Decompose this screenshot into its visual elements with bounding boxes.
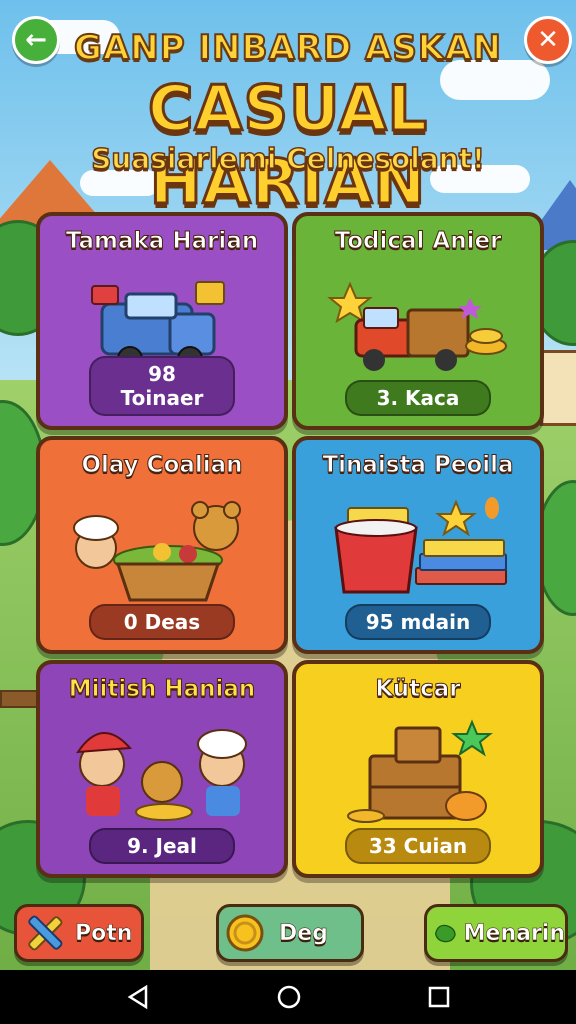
header-top-line: GANP INBARD ASKAN [73, 27, 502, 69]
card-value-pill: 33 Cuian [345, 828, 491, 864]
potn-button[interactable]: Potn [14, 904, 144, 962]
card-value-pill: 3. Kaca [345, 380, 491, 416]
task-card-3[interactable]: Olay Coalian 0 Deas [36, 436, 288, 654]
card-title: Tinaista Peoila [322, 452, 514, 479]
menarin-button[interactable]: Menarin [424, 904, 568, 962]
task-card-1[interactable]: Tamaka Harian 98 Toinaer [36, 212, 288, 430]
task-card-2[interactable]: Todical Anier 3. Kaca [292, 212, 544, 430]
crossed-tools-icon [28, 915, 63, 951]
page-subtitle: Suasiarlemi Celnesolant! [90, 141, 485, 176]
system-navbar [0, 970, 576, 1024]
coin-icon [226, 914, 264, 952]
house [540, 350, 576, 426]
square-recents-icon[interactable] [426, 984, 452, 1010]
card-value-pill: 95 mdain [345, 604, 491, 640]
red-truck-icon [327, 281, 507, 371]
card-value-pill: 9. Jeal [89, 828, 235, 864]
treasure-crate-icon [347, 719, 493, 823]
card-title: Olay Coalian [81, 452, 243, 479]
potn-label: Potn [75, 920, 133, 946]
characters-icon [76, 729, 247, 821]
deg-button[interactable]: Deg [216, 904, 364, 962]
task-card-5[interactable]: Miitish Hanian 9. Jeal [36, 660, 288, 878]
food-basket-icon [73, 501, 241, 602]
card-title: Kütcar [375, 676, 461, 703]
triangle-back-icon[interactable] [126, 984, 152, 1010]
deg-label: Deg [279, 920, 328, 946]
task-card-4[interactable]: Tinaista Peoila 95 mdain [292, 436, 544, 654]
leaf-icon [434, 924, 456, 943]
circle-home-icon[interactable] [276, 984, 302, 1010]
card-value-pill: 98 Toinaer [89, 356, 235, 416]
card-title: Todical Anier [334, 228, 502, 255]
card-title: Tamaka Harian [65, 228, 259, 255]
menarin-label: Menarin [463, 920, 565, 946]
task-card-6[interactable]: Kütcar 33 Cuian [292, 660, 544, 878]
card-value-pill: 0 Deas [89, 604, 235, 640]
card-title: Miitish Hanian [68, 676, 256, 703]
bucket-books-icon [334, 497, 507, 594]
